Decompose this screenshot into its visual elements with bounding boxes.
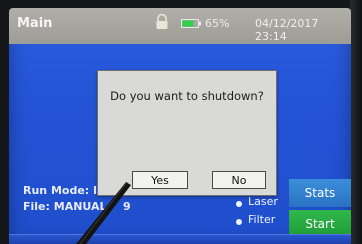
run-mode-label: Run Mode: I [23,184,98,197]
laser-indicator-label: Laser [248,195,278,208]
no-button[interactable]: No [212,171,266,189]
bottom-tab-strip [9,234,351,244]
battery-icon [181,19,201,28]
stats-button[interactable]: Stats [289,179,351,207]
datetime-display: 04/12/2017 23:14 [255,17,319,43]
status-bar: Main 65% 04/12/2017 23:14 [9,8,351,44]
dialog-message: Do you want to shutdown? [110,89,264,103]
device-screen: Main 65% 04/12/2017 23:14 Run Mode: I Fi… [9,8,351,244]
filter-indicator-dot [236,219,242,225]
shutdown-dialog: Do you want to shutdown? Yes No [97,70,277,196]
file-name-suffix: 9 [123,200,131,213]
yes-button[interactable]: Yes [132,171,188,189]
laser-indicator-dot [236,201,242,207]
lock-icon [156,14,168,29]
device-bezel-edge [350,0,362,244]
file-label: File: MANUAL [23,200,107,213]
screen-title: Main [17,16,53,31]
filter-indicator-label: Filter [248,213,276,226]
battery-percent: 65% [205,17,230,30]
